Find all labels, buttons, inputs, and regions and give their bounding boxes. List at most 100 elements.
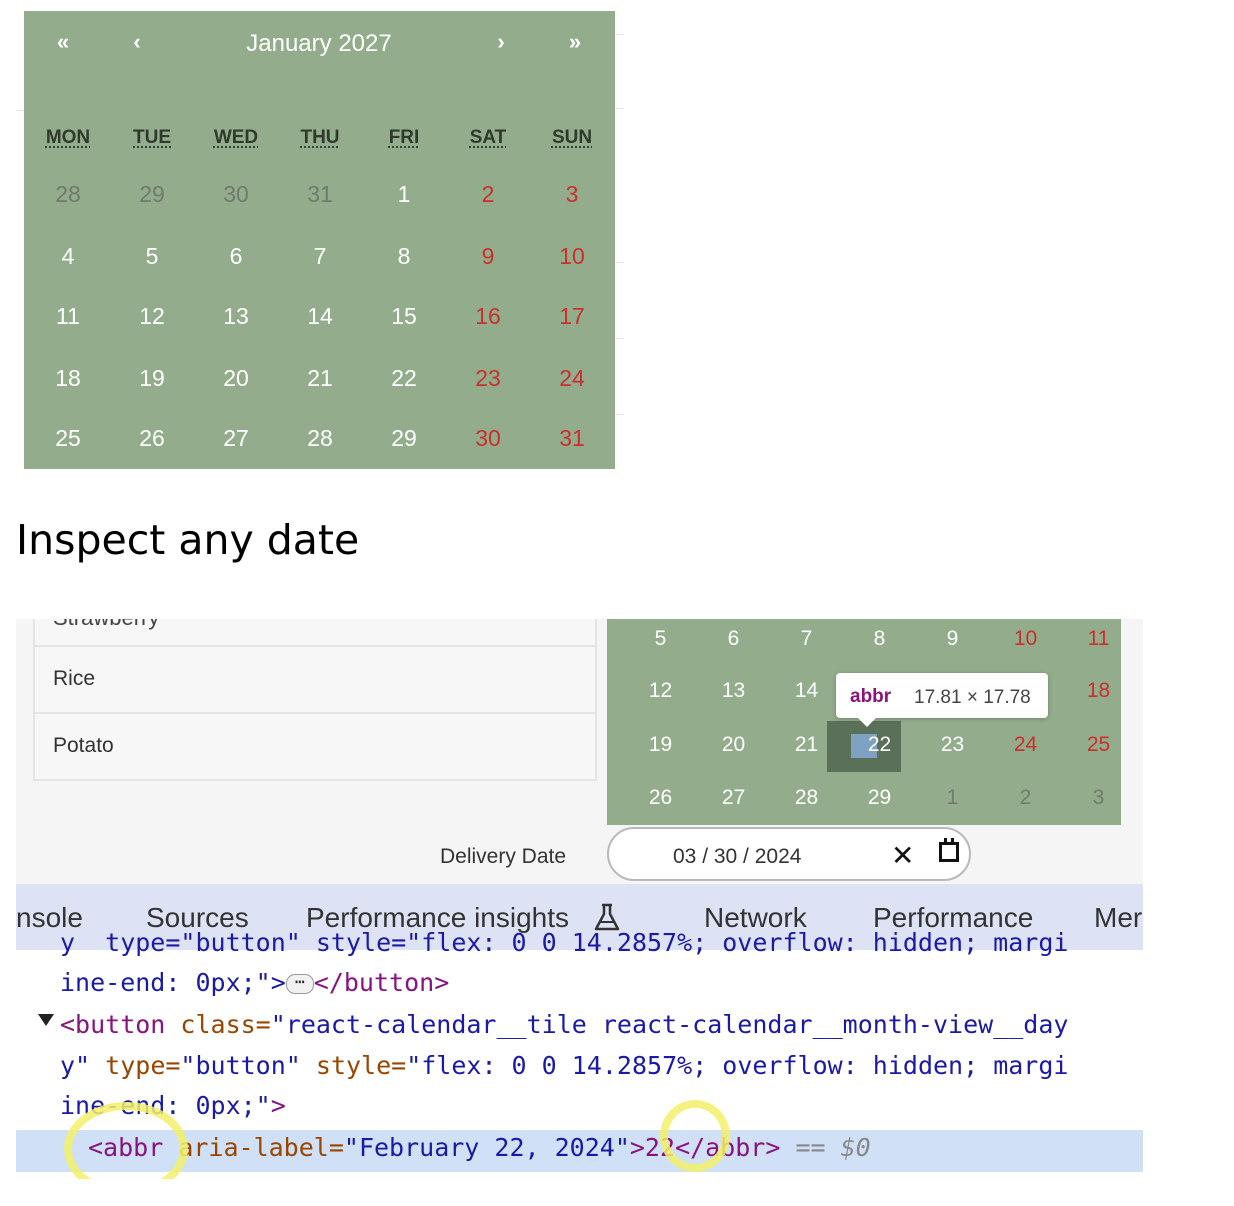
inspect-tooltip: abbr 17.81 × 17.78 xyxy=(836,673,1048,727)
code-line[interactable]: ine-end: 0px;"> ⋯ </button> xyxy=(60,968,449,997)
day-tile[interactable]: 21 xyxy=(770,733,843,757)
code-line[interactable]: <button class="react-calendar__tile reac… xyxy=(60,1010,1068,1039)
code-value: "flex: 0 0 14.2857%; overflow: hidden; m… xyxy=(406,1051,1069,1080)
day-tile[interactable]: 14 xyxy=(770,679,843,703)
day-tile[interactable]: 20 xyxy=(194,365,278,392)
day-tile[interactable]: 26 xyxy=(624,786,697,810)
day-tile[interactable]: 29 xyxy=(843,786,916,810)
day-tile[interactable]: 8 xyxy=(362,243,446,270)
day-tile[interactable]: 19 xyxy=(624,733,697,757)
day-tile[interactable]: 27 xyxy=(697,786,770,810)
day-tile[interactable]: 20 xyxy=(697,733,770,757)
code-line-selected[interactable]: <abbr aria-label="February 22, 2024">22<… xyxy=(88,1133,871,1162)
day-tile[interactable]: 22 xyxy=(362,365,446,392)
day-tile[interactable]: 16 xyxy=(446,303,530,330)
divider xyxy=(616,108,624,109)
day-tile[interactable]: 29 xyxy=(110,181,194,208)
day-tile[interactable]: 19 xyxy=(110,365,194,392)
table-row[interactable]: Potato xyxy=(35,712,595,780)
day-tile[interactable]: 27 xyxy=(194,425,278,452)
day-tile[interactable]: 1 xyxy=(362,181,446,208)
prev-month-button[interactable]: ‹ xyxy=(117,29,157,55)
day-tile[interactable]: 25 xyxy=(26,425,110,452)
day-tile[interactable]: 8 xyxy=(843,627,916,651)
weekday-label: SUN xyxy=(551,127,593,148)
week-row: 18 19 20 21 22 23 24 xyxy=(24,365,615,415)
clear-icon[interactable]: ✕ xyxy=(891,839,914,872)
day-tile[interactable]: 28 xyxy=(278,425,362,452)
weekday-label: TUE xyxy=(133,127,171,148)
calendar-icon[interactable] xyxy=(939,838,959,862)
day-tile[interactable]: 3 xyxy=(530,181,614,208)
tooltip-dimensions: 17.81 × 17.78 xyxy=(914,687,1031,708)
day-tile[interactable]: 7 xyxy=(770,627,843,651)
day-tile[interactable]: 21 xyxy=(278,365,362,392)
code-line[interactable]: y" type="button" style="flex: 0 0 14.285… xyxy=(60,1051,1068,1080)
code-tag: </abbr> xyxy=(675,1133,781,1162)
day-tile[interactable]: 25 xyxy=(1062,733,1135,757)
divider xyxy=(616,262,624,263)
day-tile[interactable]: 9 xyxy=(446,243,530,270)
day-tile-inspected[interactable]: 22 xyxy=(843,733,916,757)
next-year-button[interactable]: » xyxy=(555,29,595,55)
code-value: "button" xyxy=(180,1051,301,1080)
day-tile[interactable]: 11 xyxy=(1062,627,1135,651)
day-tile[interactable]: 18 xyxy=(26,365,110,392)
code-line[interactable]: ine-end: 0px;"> xyxy=(60,1091,286,1120)
weekday-label: SAT xyxy=(469,127,507,148)
day-tile[interactable]: 31 xyxy=(278,181,362,208)
code-value: ine-end: 0px;" xyxy=(60,1091,271,1120)
console-ref: $0 xyxy=(840,1133,871,1162)
code-value: "February 22, 2024" xyxy=(343,1133,630,1162)
day-tile[interactable]: 5 xyxy=(110,243,194,270)
day-tile[interactable]: 1 xyxy=(916,786,989,810)
day-tile[interactable]: 13 xyxy=(697,679,770,703)
tooltip-tag: abbr xyxy=(850,686,892,707)
day-tile[interactable]: 4 xyxy=(26,243,110,270)
day-tile[interactable]: 10 xyxy=(530,243,614,270)
code-tag: <button xyxy=(60,1010,166,1039)
divider xyxy=(616,338,624,339)
ellipsis-icon[interactable]: ⋯ xyxy=(285,974,314,994)
day-tile[interactable]: 11 xyxy=(26,303,110,330)
week-row: 25 26 27 28 29 30 31 xyxy=(24,425,615,475)
day-tile[interactable]: 15 xyxy=(362,303,446,330)
day-tile[interactable]: 7 xyxy=(278,243,362,270)
expand-triangle-icon[interactable] xyxy=(38,1014,54,1026)
day-tile[interactable]: 28 xyxy=(26,181,110,208)
code-tag: > xyxy=(270,1091,286,1120)
day-tile[interactable]: 23 xyxy=(916,733,989,757)
day-tile[interactable]: 6 xyxy=(697,627,770,651)
day-tile[interactable]: 9 xyxy=(916,627,989,651)
day-tile[interactable]: 30 xyxy=(446,425,530,452)
code-tag: <abbr xyxy=(88,1133,164,1162)
divider xyxy=(616,34,624,35)
day-tile[interactable]: 14 xyxy=(278,303,362,330)
prev-year-button[interactable]: « xyxy=(43,29,83,55)
day-tile[interactable]: 24 xyxy=(989,733,1062,757)
day-tile[interactable]: 23 xyxy=(446,365,530,392)
date-value[interactable]: 03 / 30 / 2024 xyxy=(673,845,801,869)
day-tile[interactable]: 18 xyxy=(1062,679,1135,703)
day-tile[interactable]: 28 xyxy=(770,786,843,810)
day-tile[interactable]: 2 xyxy=(446,181,530,208)
day-tile[interactable]: 12 xyxy=(624,679,697,703)
day-tile[interactable]: 26 xyxy=(110,425,194,452)
day-tile[interactable]: 2 xyxy=(989,786,1062,810)
day-tile[interactable]: 13 xyxy=(194,303,278,330)
day-tile[interactable]: 12 xyxy=(110,303,194,330)
day-tile[interactable]: 6 xyxy=(194,243,278,270)
month-year-label[interactable]: January 2027 xyxy=(174,30,464,58)
tab-memory[interactable]: Mer xyxy=(1094,902,1142,934)
day-tile[interactable]: 5 xyxy=(624,627,697,651)
day-tile[interactable]: 17 xyxy=(530,303,614,330)
day-tile[interactable]: 30 xyxy=(194,181,278,208)
day-tile[interactable]: 24 xyxy=(530,365,614,392)
table-row[interactable]: Rice xyxy=(35,645,595,713)
delivery-date-input[interactable]: 03 / 30 / 2024 ✕ xyxy=(607,827,971,881)
day-tile[interactable]: 3 xyxy=(1062,786,1135,810)
next-month-button[interactable]: › xyxy=(481,29,521,55)
day-tile[interactable]: 10 xyxy=(989,627,1062,651)
day-tile[interactable]: 29 xyxy=(362,425,446,452)
day-tile[interactable]: 31 xyxy=(530,425,614,452)
